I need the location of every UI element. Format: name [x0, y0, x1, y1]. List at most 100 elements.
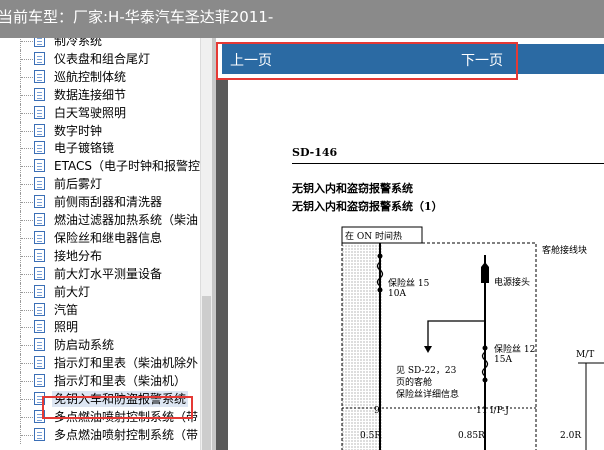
tree-item[interactable]: 仪表盘和组合尾灯	[0, 49, 200, 68]
tree-branch-line	[21, 76, 33, 78]
document-icon	[34, 38, 45, 47]
document-icon	[34, 320, 45, 334]
tree-item-label: 白天驾驶照明	[54, 105, 127, 120]
document-page: SD-146 无钥入内和盗窃报警系统 无钥入内和盗窃报警系统（1） 在 ON 时…	[228, 80, 604, 450]
on-hot-label: 在 ON 时间热	[345, 232, 402, 242]
tree-branch-line	[21, 58, 33, 60]
tree-item-label: 指示灯和里表（柴油机）	[54, 374, 187, 389]
tree-item[interactable]: 制冷系统	[0, 38, 200, 50]
tree-branch-line	[21, 166, 33, 168]
document-icon	[34, 159, 45, 173]
tree-item-label: 数据连接细节	[54, 87, 127, 102]
fuse15-label: 保险丝 15	[388, 279, 430, 289]
tree-branch-line	[21, 363, 33, 365]
document-icon	[34, 123, 45, 137]
tree-item-label: 防启动系统	[54, 338, 115, 353]
tree-branch-line	[21, 381, 33, 383]
tree-item[interactable]: 保险丝和继电器信息	[0, 228, 200, 247]
tree-item-label: 指示灯和里表（柴油机除外	[54, 356, 199, 371]
fuse12-amp: 15A	[494, 355, 512, 365]
tree-item-label: 数字时钟	[54, 123, 103, 138]
power-connector	[481, 267, 489, 283]
tree-item[interactable]: 前后雾灯	[0, 175, 200, 194]
tree-item[interactable]: 巡航控制体统	[0, 67, 200, 86]
tree-item[interactable]: 多点燃油喷射控制系统（带	[0, 425, 200, 444]
tree-item-label: 前大灯	[54, 284, 91, 299]
tree-branch-line	[21, 112, 33, 114]
tree-branch-line	[21, 434, 33, 436]
tree-item-label: 电子镀铬镜	[54, 141, 115, 156]
document-icon	[34, 248, 45, 262]
junction-block-label: 客舱接线块	[542, 246, 588, 256]
document-icon	[34, 230, 45, 244]
tree-item-label: 燃油过滤器加热系统（柴油	[54, 213, 199, 227]
scrollbar-thumb[interactable]	[202, 296, 211, 450]
document-icon	[34, 302, 45, 316]
tree-item[interactable]: 照明	[0, 318, 200, 337]
document-icon	[34, 427, 45, 441]
document-icon	[34, 213, 45, 226]
tree-item[interactable]: 接地分布	[0, 246, 200, 265]
pin9-label: 9	[374, 406, 380, 416]
tree-item-label: 汽笛	[54, 302, 79, 317]
document-margin	[216, 80, 228, 450]
detail-ref-arrow	[424, 346, 432, 353]
tree-item[interactable]: 白天驾驶照明	[0, 103, 200, 122]
tree-item-label: 多点燃油喷射控制系统（带	[54, 427, 199, 442]
document-icon	[34, 177, 45, 191]
tree-item-label: 照明	[54, 320, 79, 335]
shaded-fuse-area	[342, 238, 382, 450]
document-icon	[34, 141, 45, 155]
tree-branch-line	[21, 130, 33, 132]
wire-05r-label: 0.5R	[360, 431, 382, 441]
tree-item[interactable]: 电子镀铬镜	[0, 139, 200, 158]
tree-item-label: 巡航控制体统	[54, 69, 127, 84]
tree-branch-line	[21, 416, 33, 418]
fuse12-label: 保险丝 12	[494, 345, 536, 355]
tree-item[interactable]: 汽笛	[0, 300, 200, 319]
mt-label: M/T	[576, 350, 595, 360]
detail-ref-line	[427, 320, 485, 346]
tree-item[interactable]: 数据连接细节	[0, 85, 200, 104]
tree-branch-line	[21, 327, 33, 329]
pin11-label: 11	[476, 406, 488, 416]
document-icon	[34, 356, 45, 370]
tree-item-label: 保险丝和继电器信息	[54, 230, 163, 245]
tree-branch-line	[21, 94, 33, 96]
tree-item[interactable]: 前大灯水平测量设备	[0, 264, 200, 283]
tree-item[interactable]: 燃油过滤器加热系统（柴油	[0, 211, 200, 229]
tree-branch-line	[21, 273, 33, 275]
tree-connector-line	[20, 38, 21, 50]
fuse15-amp: 10A	[388, 289, 406, 299]
tree-branch-line	[21, 291, 33, 293]
tree-item-label: 接地分布	[54, 248, 103, 263]
sidebar-scrollbar[interactable]	[200, 38, 212, 450]
tree-item[interactable]: 数字时钟	[0, 121, 200, 140]
tree-item[interactable]: ETACS（电子时钟和报警控	[0, 157, 200, 176]
nav-highlight-box	[216, 42, 518, 80]
tree-item-label: ETACS（电子时钟和报警控	[54, 159, 200, 174]
tree-item[interactable]: 指示灯和里表（柴油机除外	[0, 354, 200, 373]
document-icon	[34, 284, 45, 298]
ipj-label: I/P-J	[490, 406, 509, 416]
tree-branch-line	[21, 345, 33, 347]
tree-branch-line	[21, 399, 33, 400]
tree-branch-line	[21, 255, 33, 257]
wire-20r-label: 2.0R	[560, 431, 582, 441]
tree-item[interactable]: 前侧雨刮器和清洗器	[0, 193, 200, 212]
page-nav-bar: 上一页 下一页	[216, 38, 604, 80]
selection-highlight-box	[42, 396, 193, 419]
power-label: 电源接头	[494, 278, 531, 288]
document-icon	[34, 51, 45, 65]
document-icon	[34, 374, 45, 388]
wire-085r-label: 0.85R	[458, 431, 485, 441]
tree-branch-line	[21, 184, 33, 186]
document-viewer: 上一页 下一页 SD-146 无钥入内和盗窃报警系统 无钥入内和盗窃报警系统（1…	[216, 38, 604, 450]
title-text: 当前车型：厂家:H-华泰汽车圣达菲2011-	[0, 8, 274, 26]
document-icon	[34, 195, 45, 209]
document-icon	[34, 338, 45, 352]
tree-item[interactable]: 指示灯和里表（柴油机）	[0, 372, 200, 391]
sidebar-tree[interactable]: 制冷系统 仪表盘和组合尾灯 巡航控制体统 数据连接细节 白天驾驶照明 数字时钟电子镀铬镜 E…	[0, 38, 212, 450]
tree-item[interactable]: 防启动系统	[0, 336, 200, 355]
tree-item[interactable]: 前大灯	[0, 282, 200, 301]
